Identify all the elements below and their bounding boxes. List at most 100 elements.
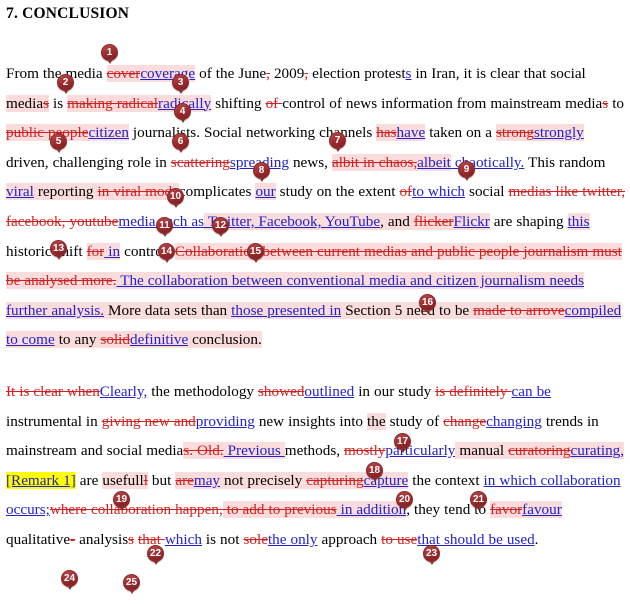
deleted-text[interactable]: making radical xyxy=(67,94,159,112)
body-text: not precisely xyxy=(220,471,307,489)
body-text: conclusion. xyxy=(188,331,262,349)
change-marker-21[interactable]: 21 xyxy=(470,491,487,511)
deleted-text[interactable]: of xyxy=(399,183,412,200)
deleted-text[interactable]: has xyxy=(376,124,397,142)
inserted-text[interactable]: outlined xyxy=(304,383,354,400)
body-text: More data sets than xyxy=(104,301,232,319)
inserted-text[interactable]: have xyxy=(396,124,426,142)
deleted-text[interactable]: sole xyxy=(243,531,267,548)
change-marker-3[interactable]: 3 xyxy=(172,74,189,94)
change-marker-19[interactable]: 19 xyxy=(113,491,130,511)
paragraph-conclusion-2[interactable]: It is clear whenClearly, the methodology… xyxy=(6,377,626,555)
inserted-text[interactable]: the only xyxy=(268,531,318,548)
deleted-text[interactable]: for xyxy=(86,242,105,260)
inserted-text[interactable]: in addition xyxy=(336,501,407,519)
inserted-text[interactable]: Flickr xyxy=(453,212,490,230)
change-marker-16[interactable]: 16 xyxy=(419,294,436,314)
body-text: the context xyxy=(408,471,484,489)
body-text: are shaping xyxy=(489,212,568,230)
inserted-text[interactable]: those presented in xyxy=(231,301,342,319)
body-text: election protest xyxy=(308,65,406,82)
change-marker-6[interactable]: 6 xyxy=(172,133,189,153)
deleted-text[interactable]: capturing xyxy=(306,471,364,489)
change-marker-1[interactable]: 1 xyxy=(101,44,118,64)
change-marker-5[interactable]: 5 xyxy=(50,133,67,153)
change-marker-2[interactable]: 2 xyxy=(57,74,74,94)
change-marker-15[interactable]: 15 xyxy=(247,243,264,263)
deleted-text[interactable]: of xyxy=(266,95,283,112)
deleted-text[interactable]: are xyxy=(175,471,194,489)
deleted-text[interactable]: is definitely xyxy=(435,383,511,400)
change-marker-8[interactable]: 8 xyxy=(253,162,270,182)
document-page: 7. CONCLUSION From the media covercovera… xyxy=(0,0,630,604)
inserted-text[interactable]: changing xyxy=(486,413,542,430)
inserted-text[interactable]: our xyxy=(255,183,276,201)
deleted-text[interactable]: albit in chaos, xyxy=(331,153,418,171)
inserted-text[interactable]: citizen xyxy=(88,124,129,142)
change-marker-25[interactable]: 25 xyxy=(123,574,140,594)
change-marker-17[interactable]: 17 xyxy=(394,433,411,453)
deleted-text[interactable]: showed xyxy=(258,383,304,400)
body-text: This random xyxy=(524,153,606,171)
inserted-text[interactable]: which xyxy=(165,531,202,548)
body-text: is not xyxy=(201,530,244,548)
remark-highlight[interactable]: [Remark 1] xyxy=(6,471,76,489)
deleted-text[interactable]: change xyxy=(443,413,486,430)
deleted-text[interactable]: to add to previous xyxy=(222,501,337,519)
inserted-text[interactable]: to which xyxy=(412,183,465,200)
change-marker-23[interactable]: 23 xyxy=(423,545,440,565)
body-text: approach xyxy=(317,530,382,548)
deleted-text[interactable]: flicker xyxy=(413,212,454,230)
inserted-text[interactable]: definitive xyxy=(129,331,189,349)
body-text: control of news information from mainstr… xyxy=(282,94,603,112)
deleted-text[interactable]: cover xyxy=(106,65,141,82)
body-text: the methodology xyxy=(147,382,259,400)
paragraph-conclusion-1[interactable]: From the media covercoverage of the June… xyxy=(6,59,626,355)
inserted-text[interactable]: Clearly, xyxy=(100,383,148,400)
change-marker-4[interactable]: 4 xyxy=(174,103,191,123)
body-text: in our study xyxy=(354,382,436,400)
body-text: . xyxy=(534,530,539,548)
deleted-text[interactable]: solid xyxy=(100,331,130,349)
deleted-text[interactable]: public people xyxy=(6,124,89,142)
inserted-text[interactable]: Previous xyxy=(223,442,285,460)
deleted-text[interactable]: s. Old. xyxy=(183,442,224,460)
change-marker-9[interactable]: 9 xyxy=(458,161,475,181)
inserted-text[interactable]: can be xyxy=(512,383,551,400)
inserted-text[interactable]: Twitter, Facebook, YouTube xyxy=(203,212,381,230)
inserted-text[interactable]: providing xyxy=(196,413,255,430)
inserted-text[interactable]: strongly xyxy=(533,124,584,142)
deleted-text[interactable]: It is clear when xyxy=(6,383,100,400)
deleted-text[interactable]: scattering xyxy=(171,154,230,171)
deleted-text[interactable]: giving new and xyxy=(102,413,196,430)
change-marker-7[interactable]: 7 xyxy=(329,132,346,152)
body-text: is xyxy=(49,94,68,112)
change-marker-18[interactable]: 18 xyxy=(366,462,383,482)
change-marker-20[interactable]: 20 xyxy=(396,491,413,511)
deleted-text[interactable]: mostly xyxy=(344,442,385,459)
change-marker-14[interactable]: 14 xyxy=(158,243,175,263)
change-marker-13[interactable]: 13 xyxy=(50,240,67,260)
inserted-text[interactable]: in xyxy=(104,242,121,260)
inserted-text[interactable]: albeit xyxy=(417,153,451,171)
inserted-text[interactable]: curating, xyxy=(570,442,625,460)
change-marker-11[interactable]: 11 xyxy=(156,217,173,237)
body-text: reporting xyxy=(33,183,98,201)
change-marker-12[interactable]: 12 xyxy=(212,217,229,237)
deleted-text[interactable]: to use xyxy=(381,531,417,548)
body-text: complicates xyxy=(178,183,256,201)
deleted-text[interactable]: where collaboration happen, xyxy=(50,501,223,518)
inserted-text[interactable]: this xyxy=(567,212,590,230)
deleted-text[interactable]: favor xyxy=(490,501,523,519)
change-marker-10[interactable]: 10 xyxy=(167,188,184,208)
inserted-text[interactable]: viral xyxy=(6,183,34,201)
deleted-text[interactable]: curatoring xyxy=(508,442,571,460)
change-marker-24[interactable]: 24 xyxy=(61,570,78,590)
inserted-text[interactable]: favour xyxy=(522,501,562,519)
body-text: manual xyxy=(455,442,509,460)
deleted-text[interactable]: strong xyxy=(496,124,534,142)
deleted-text[interactable]: made to arrove xyxy=(473,301,565,319)
inserted-text[interactable]: may xyxy=(193,471,221,489)
change-marker-22[interactable]: 22 xyxy=(147,545,164,565)
body-text: instrumental in xyxy=(6,412,102,430)
